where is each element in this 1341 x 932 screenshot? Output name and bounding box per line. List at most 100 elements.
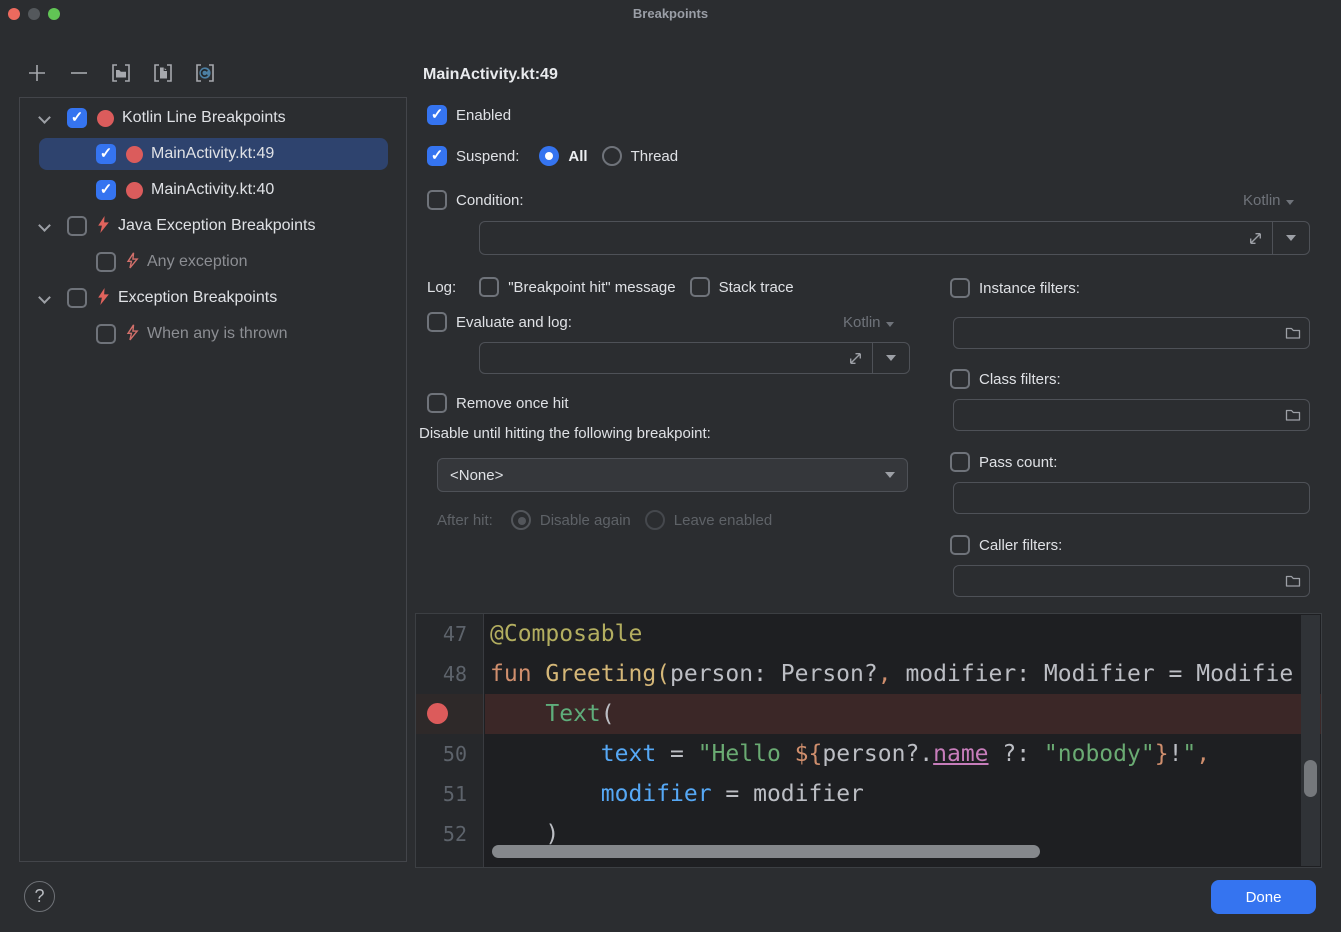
horizontal-scrollbar-thumb[interactable] [492,845,1040,858]
evaluate-checkbox[interactable] [427,312,447,332]
tree-item-kotlin-line-breakpoints[interactable]: Kotlin Line Breakpoints [20,100,406,136]
log-message-checkbox[interactable] [479,277,499,297]
caller-filters-input[interactable] [954,566,1277,596]
breakpoint-dot-icon[interactable] [427,703,448,724]
class-filters-checkbox[interactable] [950,369,970,389]
breakpoint-dot-icon [126,146,143,163]
tree-checkbox[interactable] [96,144,116,164]
evaluate-language-selector[interactable]: Kotlin [843,314,894,331]
class-filters-input-box [953,399,1310,431]
tree-checkbox[interactable] [67,108,87,128]
suspend-checkbox[interactable] [427,146,447,166]
instance-filters-label: Instance filters: [979,280,1080,297]
breakpoint-dot-icon [97,110,114,127]
evaluate-input-box [479,342,910,374]
help-question-icon: ? [34,886,44,907]
chevron-down-icon [1286,200,1294,205]
pass-count-input[interactable] [954,483,1309,513]
condition-language-value: Kotlin [1243,192,1281,209]
condition-input[interactable] [480,222,1238,254]
exception-bolt-icon [97,216,110,237]
add-breakpoint-button[interactable] [24,60,50,86]
expand-editor-icon[interactable] [838,343,872,373]
exception-bolt-outline-icon [126,324,139,345]
tree-item-label: MainActivity.kt:40 [151,181,274,199]
tree-checkbox[interactable] [67,288,87,308]
evaluate-input[interactable] [480,343,838,373]
folder-icon[interactable] [1277,566,1309,596]
instance-filters-input[interactable] [954,318,1277,348]
after-hit-leave-label: Leave enabled [674,512,772,529]
evaluate-label: Evaluate and log: [456,314,572,331]
minus-icon [68,62,90,84]
pass-count-checkbox[interactable] [950,452,970,472]
tree-item-mainactivity-49[interactable]: MainActivity.kt:49 [20,136,406,172]
help-button[interactable]: ? [24,881,55,912]
tree-checkbox[interactable] [96,180,116,200]
vertical-scrollbar-track[interactable] [1301,615,1320,866]
enabled-checkbox[interactable] [427,105,447,125]
tree-checkbox[interactable] [96,324,116,344]
code-line-50: 50 text = "Hello ${person?.name ?: "nobo… [416,734,1321,774]
tree-item-exception-breakpoints[interactable]: Exception Breakpoints [20,280,406,316]
chevron-down-icon [886,322,894,327]
evaluate-history-dropdown[interactable] [873,343,909,373]
instance-filters-checkbox[interactable] [950,278,970,298]
code-token: modifier [753,781,864,807]
code-preview-editor: 47 @Composable 48 fun Greeting(person: P… [415,613,1322,868]
code-token [490,741,601,767]
disable-until-combobox[interactable]: <None> [437,458,908,492]
after-hit-disable-radio[interactable] [511,510,531,530]
remove-once-hit-row: Remove once hit [427,393,569,413]
tree-item-mainactivity-40[interactable]: MainActivity.kt:40 [20,172,406,208]
tree-checkbox[interactable] [96,252,116,272]
code-line-49-breakpoint-line: Text( [416,694,1321,734]
after-hit-leave-radio[interactable] [645,510,665,530]
class-filters-input[interactable] [954,400,1277,430]
folder-brackets-icon [109,61,133,85]
folder-icon[interactable] [1277,318,1309,348]
log-stack-trace-checkbox[interactable] [690,277,710,297]
chevron-down-icon[interactable] [37,291,51,305]
code-token: " [1182,741,1196,767]
suspend-thread-radio[interactable] [602,146,622,166]
chevron-down-icon[interactable] [37,219,51,233]
tree-item-any-exception[interactable]: Any exception [20,244,406,280]
instance-filters-row: Instance filters: [950,278,1080,298]
line-number: 47 [416,614,484,654]
caller-filters-checkbox[interactable] [950,535,970,555]
tree-checkbox[interactable] [67,216,87,236]
suspend-all-radio[interactable] [539,146,559,166]
remove-breakpoint-button[interactable] [66,60,92,86]
class-brackets-icon [193,61,217,85]
log-message-label: "Breakpoint hit" message [508,279,675,296]
code-token: Greeting( [545,661,670,687]
folder-icon[interactable] [1277,400,1309,430]
tree-item-java-exception-breakpoints[interactable]: Java Exception Breakpoints [20,208,406,244]
tree-item-label: When any is thrown [147,325,288,343]
group-by-file-button[interactable] [150,60,176,86]
class-filters-label: Class filters: [979,371,1061,388]
code-token: ${ [795,741,823,767]
vertical-scrollbar-thumb[interactable] [1304,760,1317,797]
tree-item-label: Exception Breakpoints [118,289,277,307]
condition-checkbox[interactable] [427,190,447,210]
condition-history-dropdown[interactable] [1273,222,1309,254]
chevron-down-icon[interactable] [37,111,51,125]
gutter-fill [416,854,484,867]
suspend-row: Suspend: All Thread [427,146,678,166]
group-by-class-button[interactable] [192,60,218,86]
tree-item-label: Any exception [147,253,248,271]
tree-item-when-any-is-thrown[interactable]: When any is thrown [20,316,406,352]
window-title: Breakpoints [0,6,1341,21]
remove-once-hit-checkbox[interactable] [427,393,447,413]
code-line-47: 47 @Composable [416,614,1321,654]
done-button[interactable]: Done [1211,880,1316,914]
expand-editor-icon[interactable] [1238,222,1272,254]
line-number: 48 [416,654,484,694]
caller-filters-input-box [953,565,1310,597]
after-hit-label: After hit: [437,512,493,529]
condition-language-selector[interactable]: Kotlin [1243,192,1294,209]
code-token: = [712,781,754,807]
group-by-package-button[interactable] [108,60,134,86]
